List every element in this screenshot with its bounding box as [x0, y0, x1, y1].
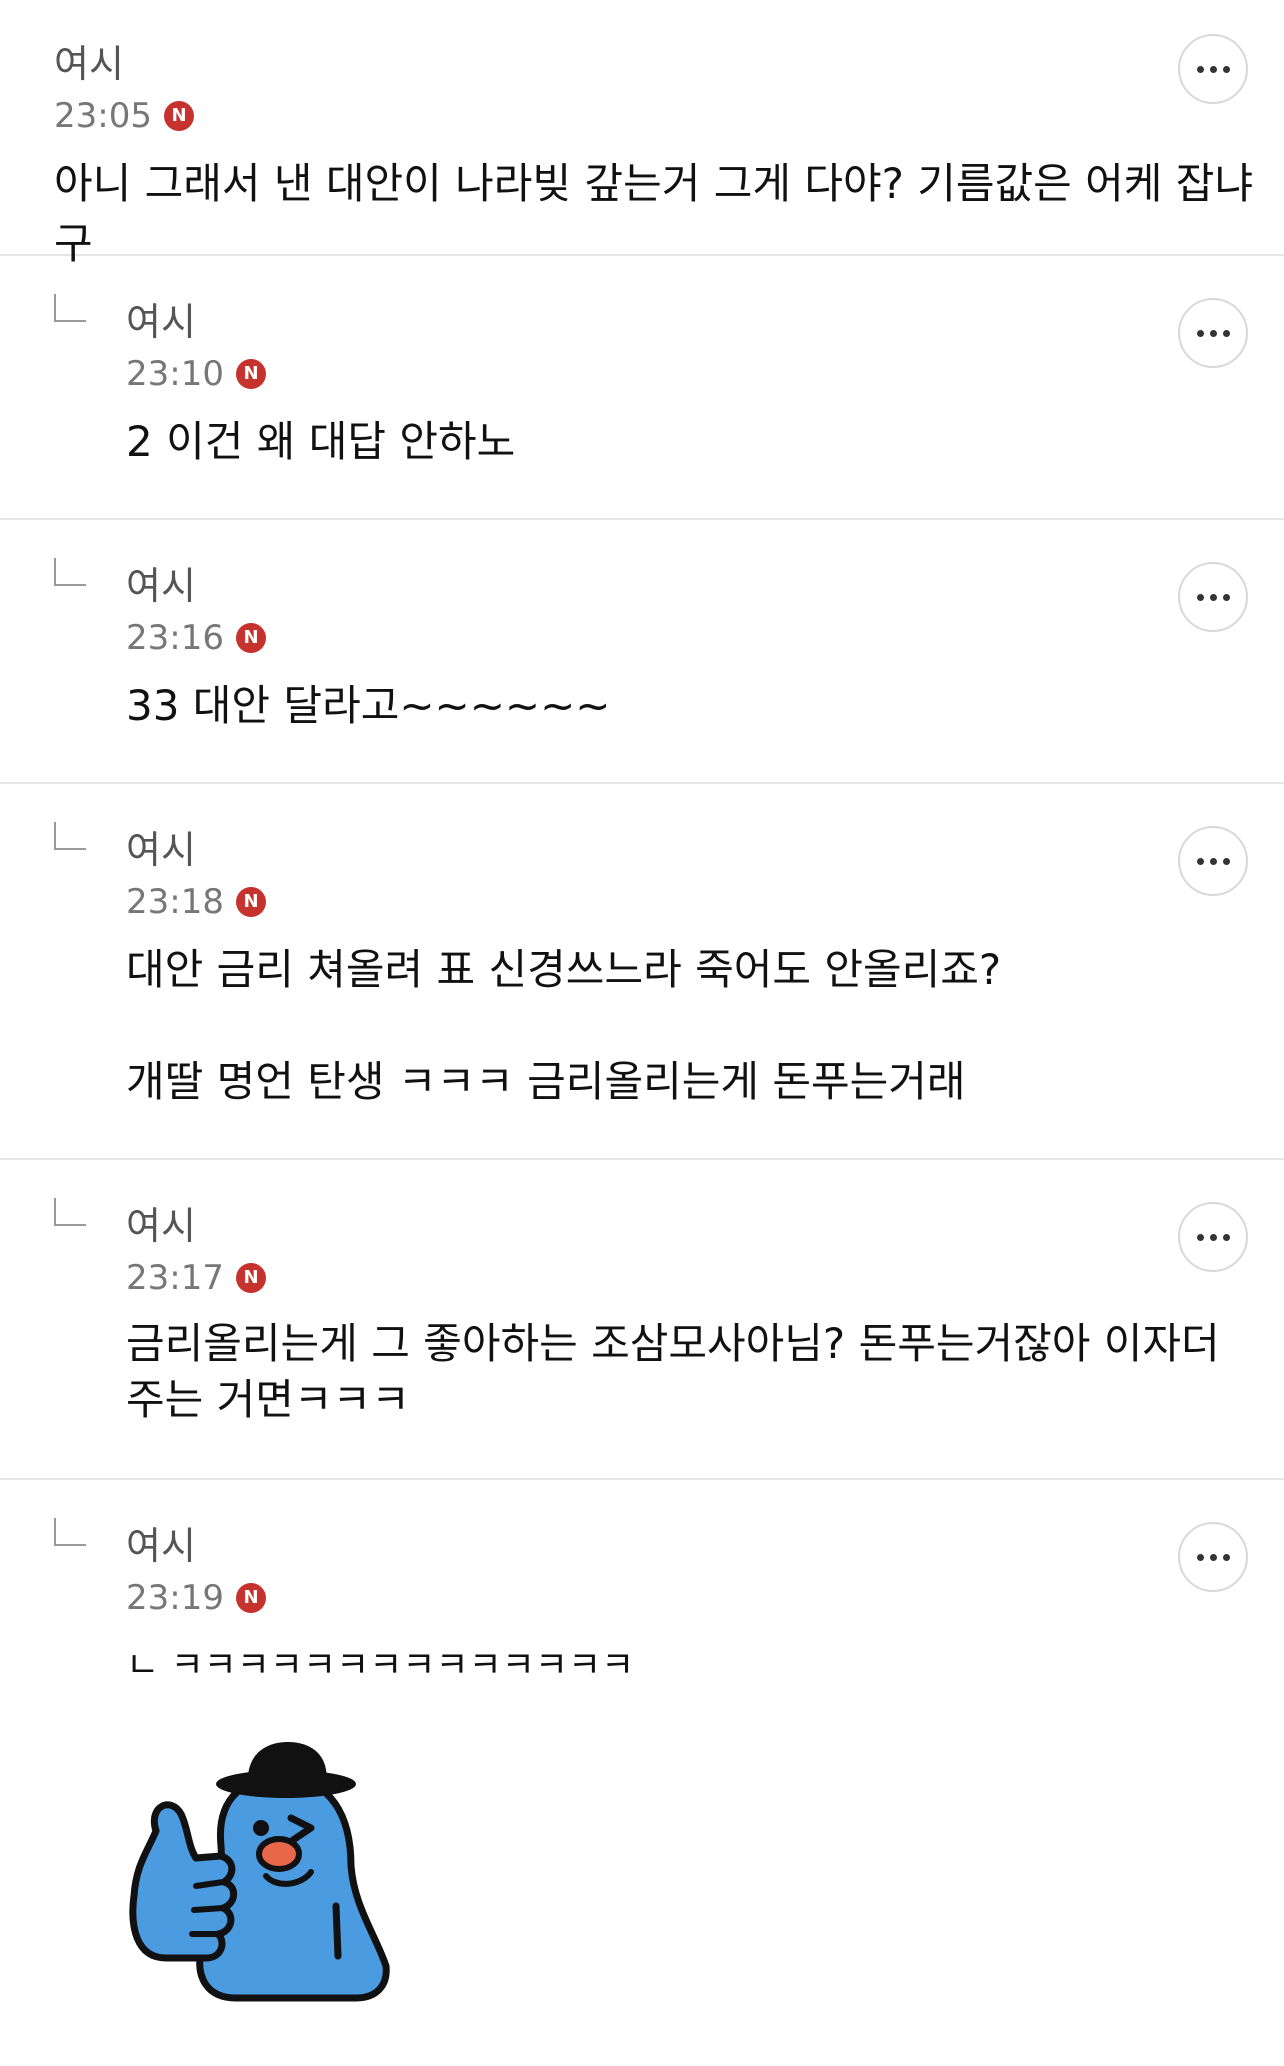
thumbs-up-blue-character-sticker — [129, 1742, 390, 2002]
new-badge: N — [235, 887, 266, 917]
new-badge: N — [235, 623, 266, 653]
timestamp: 23:17 — [126, 1258, 224, 1298]
comment: 여시 23:05 N 아니 그래서 낸 대안이 나라빚 갚는거 그게 다야? 기… — [0, 0, 1284, 268]
more-options-button[interactable] — [1178, 1202, 1248, 1272]
reply-comment: 여시 23:18 N 대안 금리 쳐올려 표 신경쓰느라 죽어도 안올리죠? 개… — [0, 784, 1284, 1160]
comment-text-line2: 개딸 명언 탄생 ㅋㅋㅋ 금리올리는게 돈푸는거래 — [126, 1057, 966, 1106]
author-name[interactable]: 여시 — [126, 300, 515, 344]
timestamp: 23:19 — [126, 1578, 224, 1618]
reply-comment: 여시 23:17 N 금리올리는게 그 좋아하는 조삼모사아님? 돈푸는거잖아 … — [0, 1160, 1284, 1480]
reply-arrow-icon — [54, 294, 86, 322]
timestamp: 23:10 — [126, 354, 224, 394]
reply-arrow-icon — [54, 558, 86, 586]
new-badge: N — [235, 1583, 266, 1613]
timestamp: 23:18 — [126, 882, 224, 922]
more-options-icon — [1196, 857, 1204, 865]
comment-text: 33 대안 달라고~~~~~~ — [126, 681, 611, 730]
author-name[interactable]: 여시 — [54, 42, 1284, 86]
new-badge: N — [235, 1263, 266, 1293]
author-name[interactable]: 여시 — [126, 1524, 634, 1568]
timestamp: 23:05 — [54, 96, 152, 136]
more-options-icon — [1196, 65, 1204, 73]
more-options-icon — [1196, 329, 1204, 337]
author-name[interactable]: 여시 — [126, 564, 611, 608]
more-options-button[interactable] — [1178, 562, 1248, 632]
more-options-button[interactable] — [1178, 34, 1248, 104]
reply-comment: 여시 23:16 N 33 대안 달라고~~~~~~ — [0, 520, 1284, 784]
reply-comment: 여시 23:19 N ㄴ ㅋㅋㅋㅋㅋㅋㅋㅋㅋㅋㅋㅋㅋㅋ — [0, 1480, 1284, 2066]
reply-arrow-icon — [54, 822, 86, 850]
timestamp: 23:16 — [126, 618, 224, 658]
author-name[interactable]: 여시 — [126, 1204, 1236, 1248]
more-options-icon — [1196, 1233, 1204, 1241]
comment-text: 2 이건 왜 대답 안하노 — [126, 417, 516, 466]
sticker-image[interactable] — [126, 1736, 406, 2016]
more-options-button[interactable] — [1178, 1522, 1248, 1592]
new-badge: N — [163, 101, 194, 131]
reply-arrow-icon — [54, 1198, 86, 1226]
more-options-button[interactable] — [1178, 298, 1248, 368]
comment-text: 금리올리는게 그 좋아하는 조삼모사아님? 돈푸는거잖아 이자더주는 거면ㅋㅋㅋ — [126, 1319, 1220, 1424]
reply-comment: 여시 23:10 N 2 이건 왜 대답 안하노 — [0, 256, 1284, 520]
reply-arrow-icon — [54, 1518, 86, 1546]
comment-text: ㄴ ㅋㅋㅋㅋㅋㅋㅋㅋㅋㅋㅋㅋㅋㅋ — [126, 1645, 635, 1686]
more-options-icon — [1196, 1553, 1204, 1561]
comment-text: 대안 금리 쳐올려 표 신경쓰느라 죽어도 안올리죠? — [126, 945, 1002, 994]
new-badge: N — [235, 359, 266, 389]
more-options-icon — [1196, 593, 1204, 601]
more-options-button[interactable] — [1178, 826, 1248, 896]
author-name[interactable]: 여시 — [126, 828, 1001, 872]
